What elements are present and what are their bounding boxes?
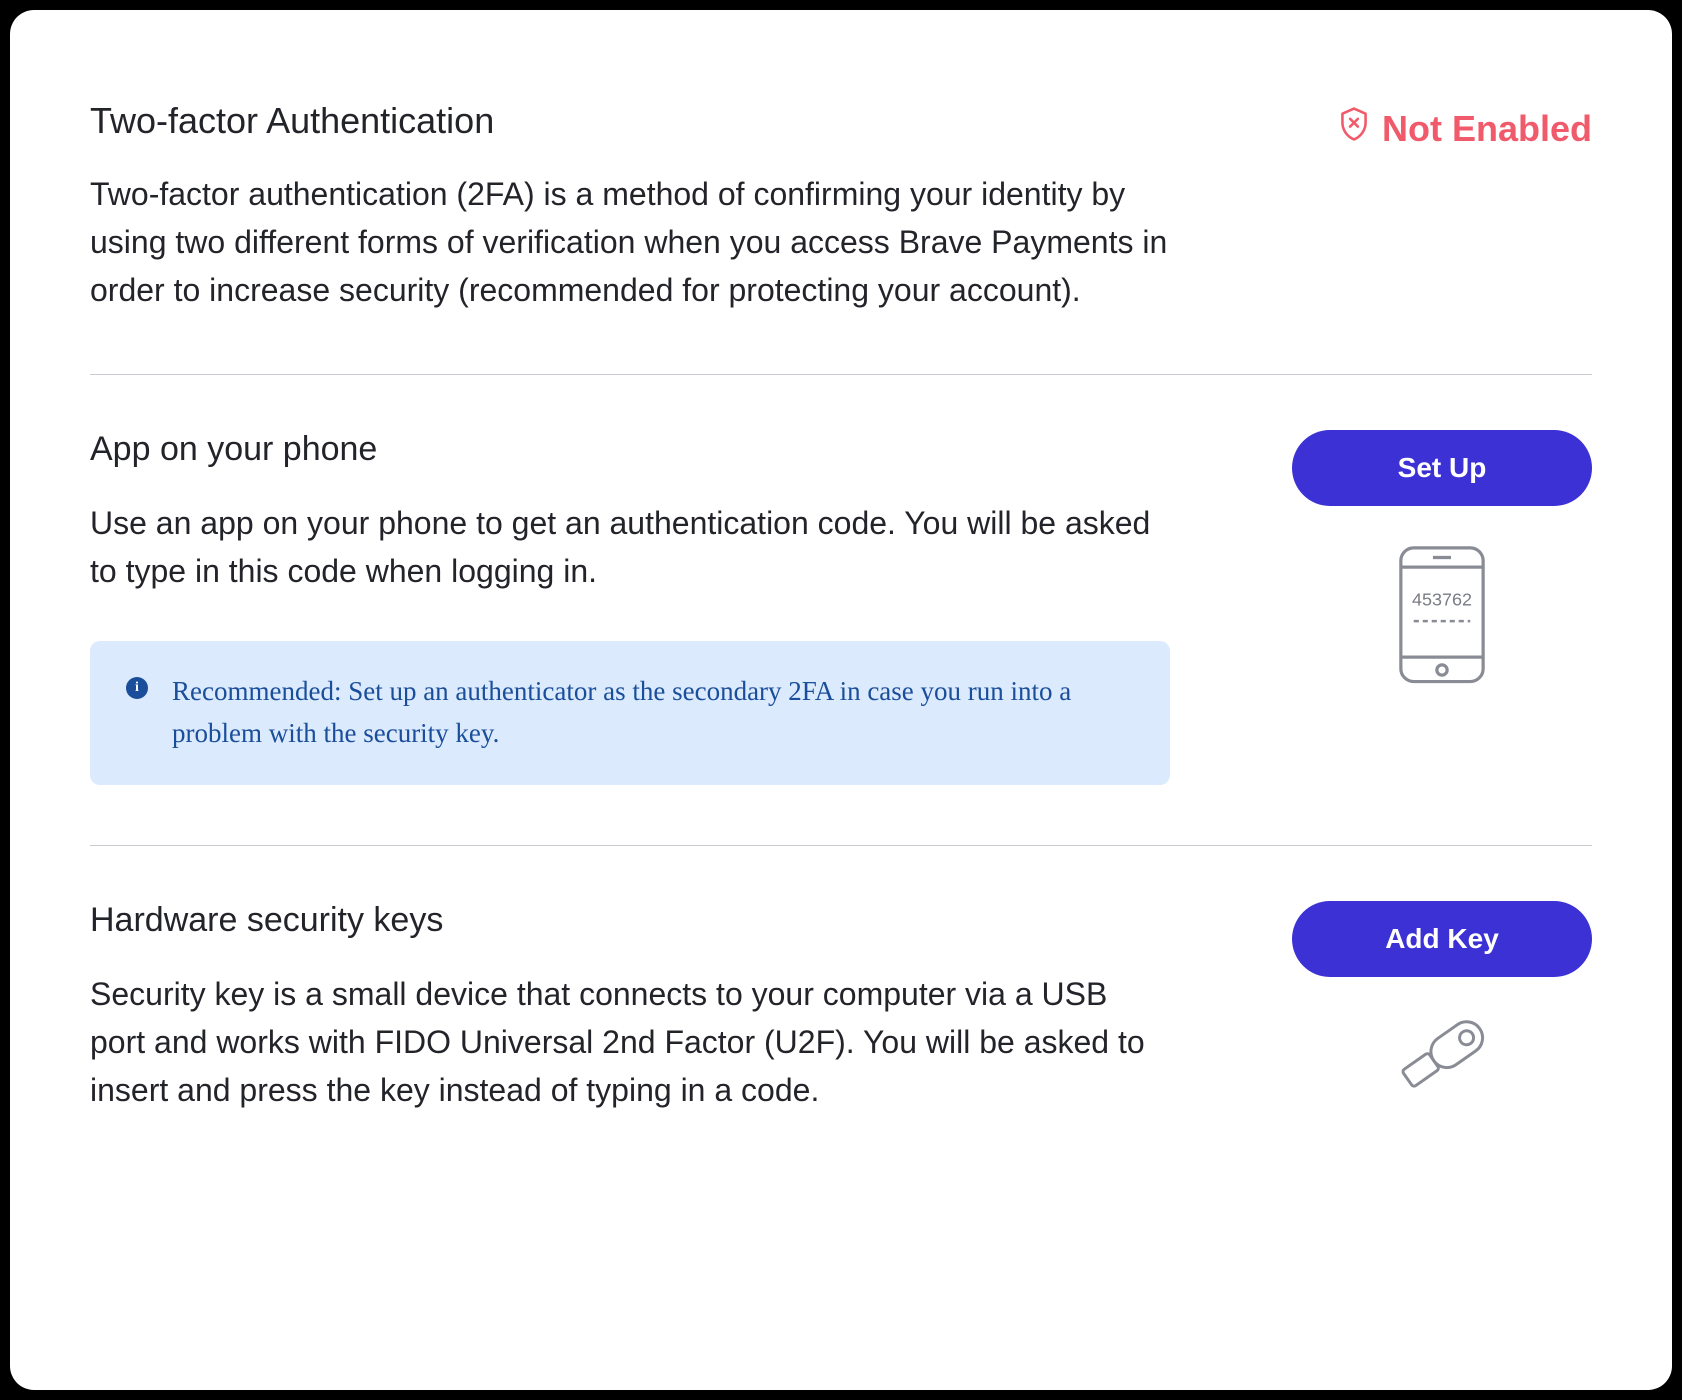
shield-x-icon bbox=[1338, 106, 1370, 151]
section-key-description: Security key is a small device that conn… bbox=[90, 970, 1170, 1114]
setup-button[interactable]: Set Up bbox=[1292, 430, 1592, 506]
section-hardware-keys: Hardware security keys Security key is a… bbox=[90, 901, 1592, 1114]
section-app-title: App on your phone bbox=[90, 430, 1170, 469]
status-badge: Not Enabled bbox=[1338, 106, 1592, 151]
settings-card: Two-factor Authentication Two-factor aut… bbox=[10, 10, 1672, 1390]
page-description: Two-factor authentication (2FA) is a met… bbox=[90, 170, 1170, 314]
section-key-right: Add Key bbox=[1292, 901, 1592, 1100]
header-left: Two-factor Authentication Two-factor aut… bbox=[90, 100, 1170, 314]
section-app-on-phone: App on your phone Use an app on your pho… bbox=[90, 430, 1592, 785]
info-box: i Recommended: Set up an authenticator a… bbox=[90, 641, 1170, 785]
section-app-right: Set Up 453762 bbox=[1292, 430, 1592, 690]
divider bbox=[90, 845, 1592, 846]
section-app-left: App on your phone Use an app on your pho… bbox=[90, 430, 1170, 785]
page-title: Two-factor Authentication bbox=[90, 100, 1170, 142]
usb-key-icon bbox=[1382, 1015, 1502, 1100]
info-icon: i bbox=[126, 677, 148, 699]
section-key-title: Hardware security keys bbox=[90, 901, 1170, 940]
header-row: Two-factor Authentication Two-factor aut… bbox=[90, 100, 1592, 314]
status-label: Not Enabled bbox=[1382, 108, 1592, 150]
section-app-description: Use an app on your phone to get an authe… bbox=[90, 499, 1170, 595]
add-key-button[interactable]: Add Key bbox=[1292, 901, 1592, 977]
phone-icon: 453762 bbox=[1397, 544, 1487, 690]
phone-code-text: 453762 bbox=[1412, 590, 1472, 610]
divider bbox=[90, 374, 1592, 375]
info-text: Recommended: Set up an authenticator as … bbox=[172, 671, 1134, 755]
section-key-left: Hardware security keys Security key is a… bbox=[90, 901, 1170, 1114]
